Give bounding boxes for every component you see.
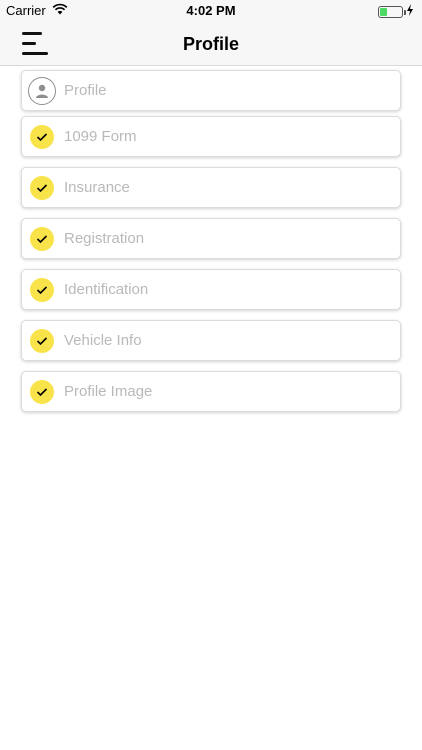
checkmark-icon xyxy=(30,226,54,251)
status-right xyxy=(378,4,414,19)
checkmark-icon xyxy=(30,175,54,200)
battery-icon xyxy=(378,5,406,18)
list-item-registration[interactable]: Registration xyxy=(21,218,401,259)
battery-level xyxy=(380,7,388,16)
list-item-label: Profile xyxy=(64,82,107,99)
list-item-identification[interactable]: Identification xyxy=(21,269,401,310)
checkmark-icon xyxy=(30,124,54,149)
list-item-label: Insurance xyxy=(64,179,130,196)
checkmark-icon xyxy=(30,379,54,404)
page-title: Profile xyxy=(182,34,239,54)
status-bar: Carrier 4:02 PM xyxy=(0,0,422,22)
list-item-insurance[interactable]: Insurance xyxy=(21,167,401,208)
list-item-label: Profile Image xyxy=(64,383,153,400)
list-item-profile[interactable]: Profile xyxy=(21,70,401,111)
list-item-label: Identification xyxy=(64,281,149,298)
battery-cap xyxy=(404,9,406,15)
list-item-label: Registration xyxy=(64,230,145,247)
list-item-label: Vehicle Info xyxy=(64,332,142,349)
charging-bolt-icon xyxy=(406,4,414,19)
list-item-profile-image[interactable]: Profile Image xyxy=(21,371,401,412)
status-time: 4:02 PM xyxy=(186,3,236,18)
list-item-1099-form[interactable]: 1099 Form xyxy=(21,116,401,157)
user-avatar-icon xyxy=(28,76,56,105)
checkmark-icon xyxy=(30,277,54,302)
checkmark-icon xyxy=(30,328,54,353)
list-item-label: 1099 Form xyxy=(64,128,137,145)
nav-bar: Profile xyxy=(0,22,422,66)
list-item-vehicle-info[interactable]: Vehicle Info xyxy=(21,320,401,361)
